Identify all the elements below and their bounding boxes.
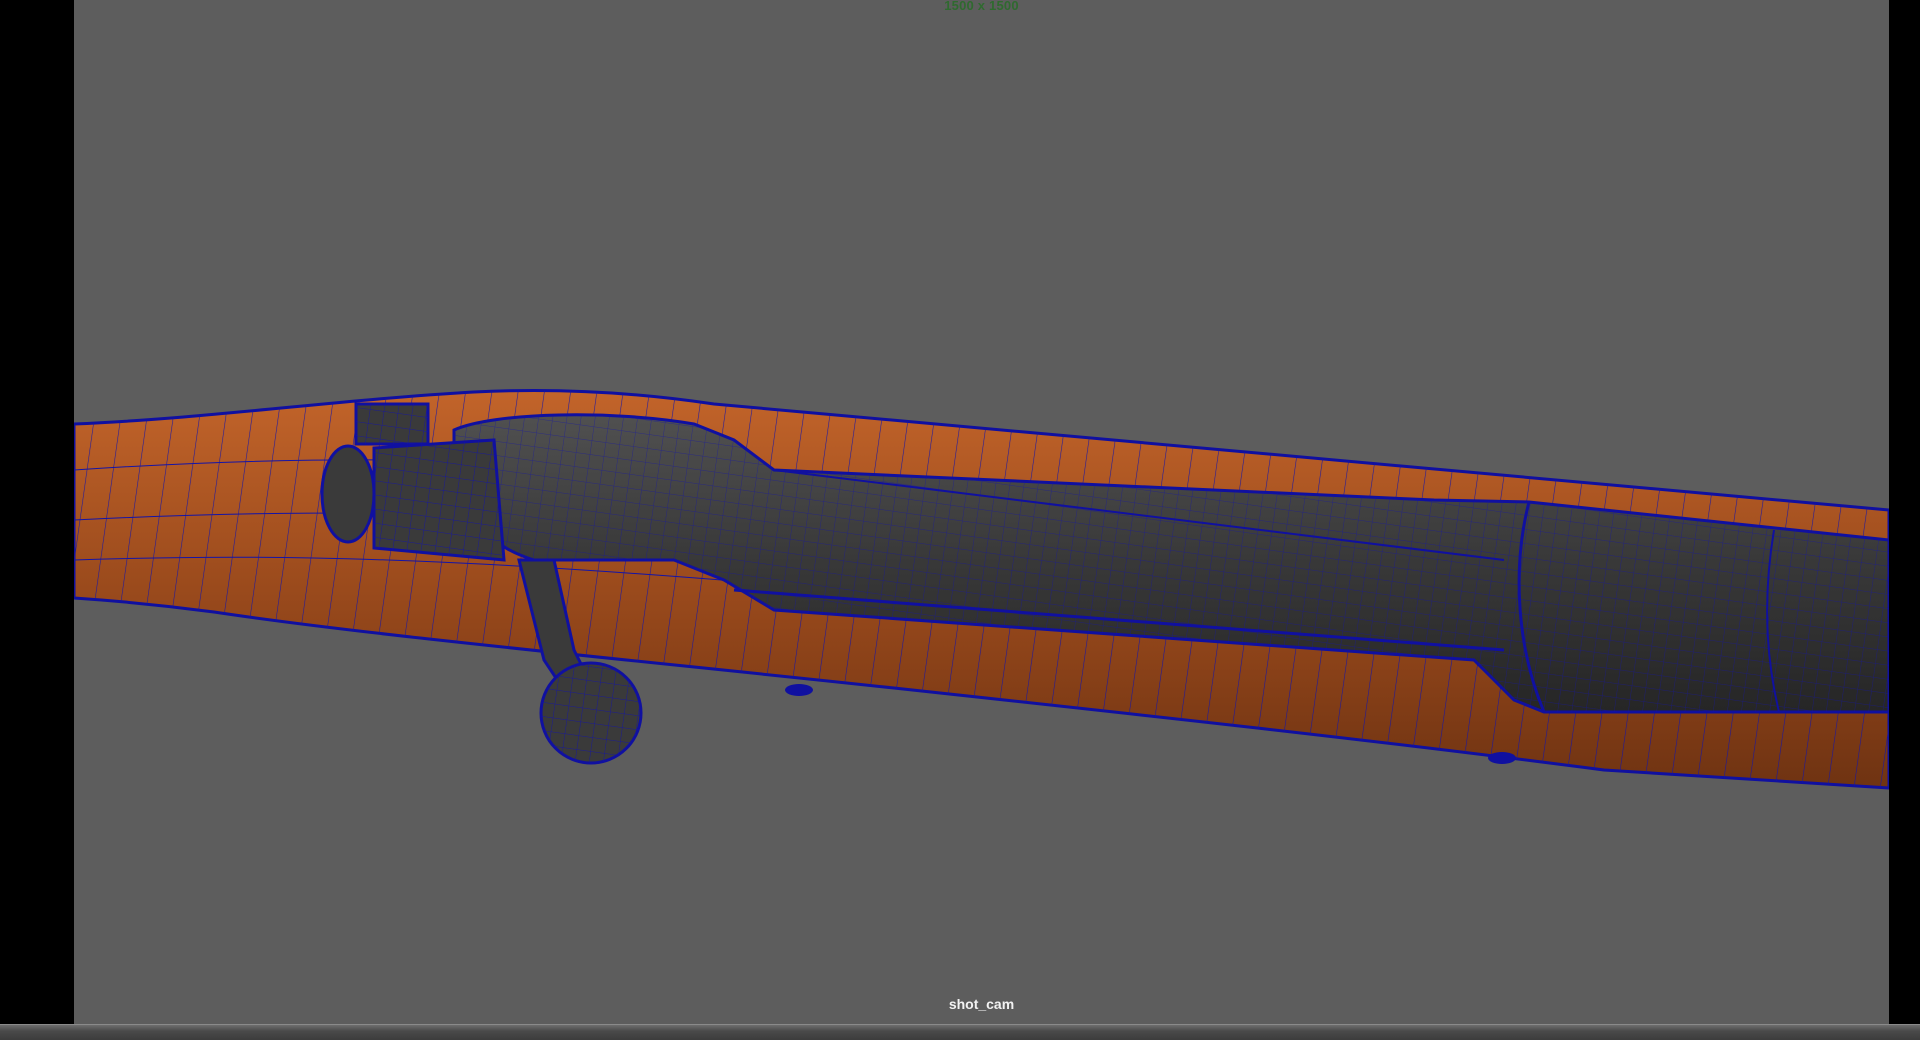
viewport-bottom-bar	[0, 1024, 1920, 1040]
camera-name-label: shot_cam	[948, 996, 1015, 1012]
viewport-panel[interactable]: 1500 x 1500 shot_cam	[74, 0, 1889, 1024]
viewport-right-gutter	[1889, 0, 1920, 1024]
trigger-guard-screw	[785, 684, 813, 696]
viewport-frame: 1500 x 1500 shot_cam	[0, 0, 1920, 1040]
front-guard-screw	[1488, 752, 1516, 764]
rifle-model[interactable]	[74, 0, 1889, 1024]
